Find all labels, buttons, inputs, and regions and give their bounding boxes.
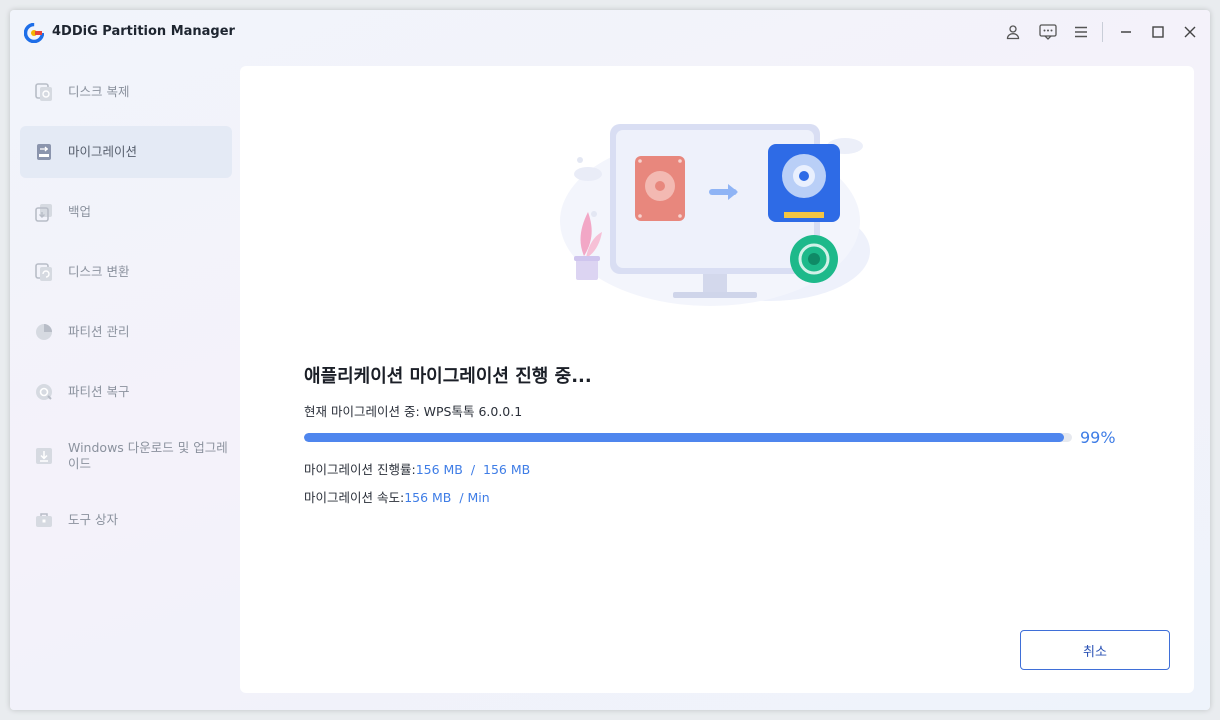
current-app-label: 현재 마이그레이션 중: [304,404,424,419]
sidebar-item-label: 마이그레이션 [68,144,138,159]
sidebar-item-label: 디스크 복제 [68,84,130,99]
progress-label: 마이그레이션 진행률: [304,462,416,477]
close-icon [1184,26,1196,38]
sidebar-item-partition-manage[interactable]: 파티션 관리 [20,306,232,358]
sidebar-item-label: Windows 다운로드 및 업그레이드 [68,440,228,471]
migration-icon [37,144,51,160]
sidebar-item-label: 도구 상자 [68,512,118,527]
maximize-icon [1152,26,1164,38]
menu-button[interactable] [1070,21,1092,43]
windows-download-icon [36,448,52,464]
sidebar-item-toolbox[interactable]: 도구 상자 [20,494,232,546]
progress-fill [304,433,1065,442]
sidebar-item-label: 백업 [68,204,92,219]
progress-percent: 99% [1080,428,1116,447]
sidebar-item-disk-convert[interactable]: 디스크 변환 [20,246,232,298]
minimize-icon [1121,31,1131,33]
account-button[interactable] [1002,21,1024,43]
sidebar-item-label: 파티션 복구 [68,384,130,399]
minimize-button[interactable] [1115,21,1137,43]
feedback-button[interactable] [1037,21,1059,43]
migration-progress-panel: 애플리케이션 마이그레이션 진행 중... 현재 마이그레이션 중: WPS톡톡… [240,66,1194,693]
status-title: 애플리케이션 마이그레이션 진행 중... [304,366,592,387]
maximize-button[interactable] [1147,21,1169,43]
chat-icon [1039,24,1057,40]
sidebar-item-windows-download[interactable]: Windows 다운로드 및 업그레이드 [20,426,232,486]
sidebar-item-partition-recover[interactable]: 파티션 복구 [20,366,232,418]
title-bar: 4DDiG Partition Manager [10,10,1210,56]
close-button[interactable] [1179,21,1201,43]
app-window: 4DDiG Partition Manager 디스크 복제 마이그레이션 백업… [10,10,1210,710]
app-logo-icon [24,23,44,43]
sidebar-item-migration[interactable]: 마이그레이션 [20,126,232,178]
sidebar-item-backup[interactable]: 백업 [20,186,232,238]
progress-value: 156 MB / 156 MB [415,462,531,477]
migration-illustration [560,124,870,306]
current-app-line: 현재 마이그레이션 중: WPS톡톡 6.0.0.1 [304,401,522,420]
cancel-button[interactable]: 취소 [1020,630,1170,670]
titlebar-divider [1102,22,1103,42]
sidebar-item-disk-clone[interactable]: 디스크 복제 [20,66,232,118]
menu-icon [1075,26,1087,38]
user-icon [1006,25,1020,40]
current-app-name: WPS톡톡 6.0.0.1 [423,404,523,419]
partition-recover-icon [36,384,52,400]
speed-stat-line: 마이그레이션 속도:156 MB / Min [304,487,490,506]
progress-stat-line: 마이그레이션 진행률:156 MB / 156 MB [304,459,530,478]
speed-value: 156 MB / Min [404,490,490,505]
sidebar-item-label: 파티션 관리 [68,324,130,339]
partition-manage-icon [36,324,52,340]
speed-label: 마이그레이션 속도: [304,490,405,505]
progress-bar [304,433,1072,442]
disk-clone-icon [35,83,52,101]
app-title: 4DDiG Partition Manager [52,24,235,39]
toolbox-icon [36,513,52,527]
sidebar-item-label: 디스크 변환 [68,264,130,279]
backup-icon [35,204,52,222]
sidebar: 디스크 복제 마이그레이션 백업 디스크 변환 파티션 관리 파티션 복구 Wi… [20,66,232,554]
disk-convert-icon [35,263,52,281]
